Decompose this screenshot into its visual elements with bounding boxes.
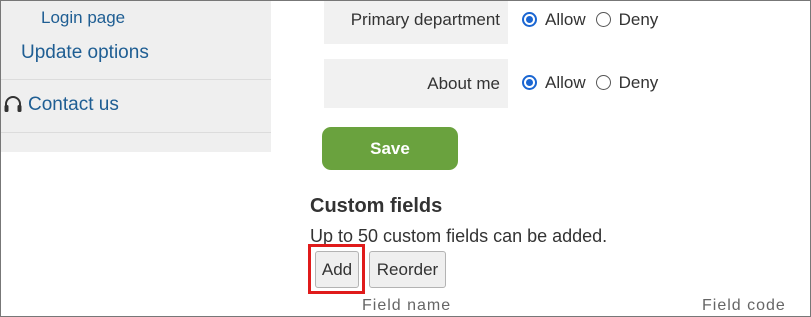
sidebar-link-login-page[interactable]: Login page — [41, 8, 125, 28]
highlight-box — [308, 244, 365, 294]
sidebar: Login page Update options Contact us — [1, 1, 271, 152]
sidebar-divider — [1, 132, 271, 133]
allow-label[interactable]: Allow — [545, 73, 586, 93]
column-header-field-code: Field code — [702, 297, 786, 314]
allow-label[interactable]: Allow — [545, 10, 586, 30]
allow-radio[interactable] — [522, 75, 537, 90]
reorder-button[interactable]: Reorder — [369, 251, 446, 288]
deny-radio[interactable] — [595, 75, 611, 90]
permission-options-primary-department: Allow Deny — [522, 1, 668, 44]
permission-options-about-me: Allow Deny — [522, 58, 668, 107]
save-button[interactable]: Save — [322, 127, 458, 170]
column-header-field-name: Field name — [362, 297, 452, 314]
permission-label-primary-department: Primary department — [324, 1, 508, 44]
settings-page: Login page Update options Contact us Pri… — [0, 0, 811, 317]
sidebar-link-update-options[interactable]: Update options — [21, 42, 149, 64]
custom-fields-heading: Custom fields — [310, 195, 443, 217]
permission-label-about-me: About me — [324, 59, 508, 108]
deny-radio[interactable] — [595, 12, 611, 27]
sidebar-divider — [1, 79, 271, 80]
permission-label-text: About me — [427, 73, 500, 93]
headset-icon — [3, 95, 23, 115]
sidebar-link-contact-us[interactable]: Contact us — [28, 94, 119, 116]
permission-label-text: Primary department — [350, 9, 500, 29]
deny-label[interactable]: Deny — [619, 73, 659, 93]
allow-radio[interactable] — [522, 12, 537, 27]
deny-label[interactable]: Deny — [619, 10, 659, 30]
